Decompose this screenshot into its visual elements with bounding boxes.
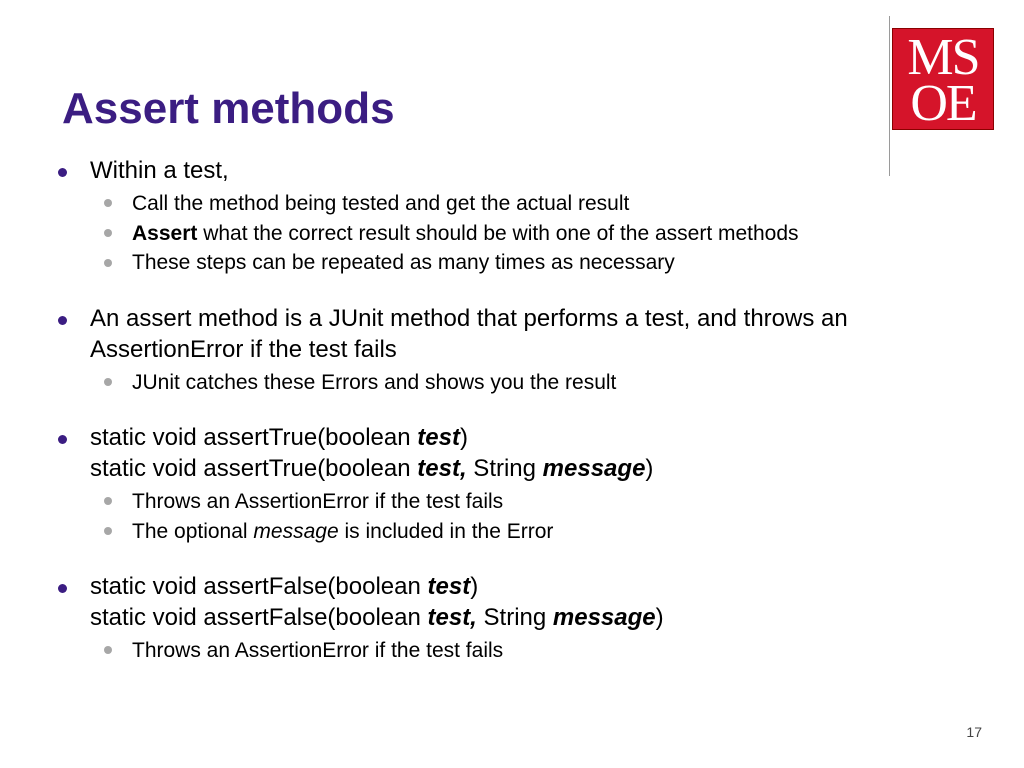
b4-l2-pre: static void assertFalse(boolean xyxy=(90,604,428,631)
b4s1-ae: AssertionError xyxy=(235,639,369,662)
bullet-1: Within a test, Call the method being tes… xyxy=(48,156,984,278)
b3s2-post: is included in the Error xyxy=(339,520,554,543)
bullet-2b: AssertionError xyxy=(90,336,243,363)
slide-content: Within a test, Call the method being tes… xyxy=(48,156,984,666)
b3-l2-em1: test, xyxy=(417,455,466,482)
b4-l2-post: ) xyxy=(656,604,664,631)
b3-l2-em2: message xyxy=(543,455,646,482)
bullet-1-sub-3: These steps can be repeated as many time… xyxy=(90,248,984,278)
b4-l1-post: ) xyxy=(470,573,478,600)
bullet-3-sub-2: The optional message is included in the … xyxy=(90,517,984,547)
b4-l2-em2: message xyxy=(553,604,656,631)
bullet-2c: if the test fails xyxy=(243,336,396,363)
bullet-2: An assert method is a JUnit method that … xyxy=(48,304,984,397)
b3-l2-post: ) xyxy=(645,455,653,482)
msoe-logo: MS OE xyxy=(892,28,994,130)
logo-line2: OE xyxy=(910,75,975,132)
bullet-4: static void assertFalse(boolean test) st… xyxy=(48,572,984,665)
b3s2-em: message xyxy=(253,520,338,543)
b3-l1-pre: static void assertTrue(boolean xyxy=(90,424,417,451)
bullet-2-sub: JUnit catches these Errors and shows you… xyxy=(90,368,984,398)
b4s1-pre: Throws an xyxy=(132,639,235,662)
bullet-3-sub-1: Throws an AssertionError if the test fai… xyxy=(90,487,984,517)
logo-text: MS OE xyxy=(893,29,993,127)
b4-l2-em1: test, xyxy=(428,604,477,631)
b3-l2-mid: String xyxy=(467,455,543,482)
b3-l1-em: test xyxy=(417,424,460,451)
bullet-3: static void assertTrue(boolean test) sta… xyxy=(48,423,984,546)
b4-l1-em: test xyxy=(428,573,471,600)
bullet-1-text: Within a test, xyxy=(90,157,229,184)
spacer xyxy=(48,278,984,304)
slide-title: Assert methods xyxy=(62,84,395,134)
b3s1-ae: AssertionError xyxy=(235,490,369,513)
bullet-list: Within a test, Call the method being tes… xyxy=(48,156,984,666)
b4s1-post: if the test fails xyxy=(369,639,503,662)
logo-divider xyxy=(889,16,890,176)
bullet-4-sub-1: Throws an AssertionError if the test fai… xyxy=(90,636,984,666)
b3s2-pre: The optional xyxy=(132,520,253,543)
b4-l1-pre: static void assertFalse(boolean xyxy=(90,573,428,600)
bullet-1-sub-2-rest: what the correct result should be with o… xyxy=(197,222,798,245)
b3s1-post: if the test fails xyxy=(369,490,503,513)
bullet-2a: An assert method is a JUnit method that … xyxy=(90,305,848,332)
bullet-1-sub: Call the method being tested and get the… xyxy=(90,189,984,278)
bullet-2-sub-1: JUnit catches these Errors and shows you… xyxy=(90,368,984,398)
b3-l2-pre: static void assertTrue(boolean xyxy=(90,455,417,482)
slide: MS OE Assert methods Within a test, Call… xyxy=(0,0,1024,768)
assert-bold: Assert xyxy=(132,222,197,245)
bullet-3-sub: Throws an AssertionError if the test fai… xyxy=(90,487,984,547)
b4-l2-mid: String xyxy=(477,604,553,631)
b3s1-pre: Throws an xyxy=(132,490,235,513)
bullet-1-sub-1: Call the method being tested and get the… xyxy=(90,189,984,219)
bullet-1-sub-2: Assert what the correct result should be… xyxy=(90,219,984,249)
b3-l1-post: ) xyxy=(460,424,468,451)
bullet-4-sub: Throws an AssertionError if the test fai… xyxy=(90,636,984,666)
slide-number: 17 xyxy=(966,724,982,740)
spacer xyxy=(48,397,984,423)
spacer xyxy=(48,546,984,572)
